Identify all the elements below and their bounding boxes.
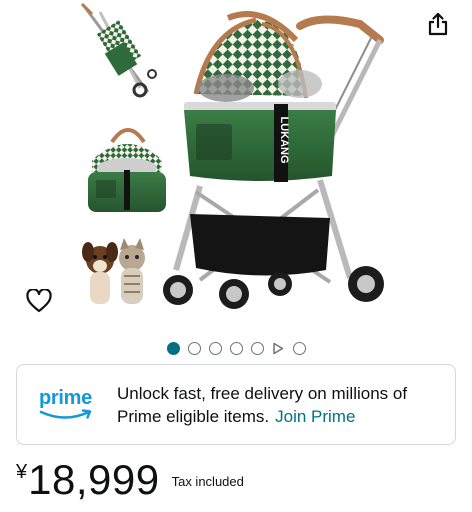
carousel-dot-2[interactable]	[187, 341, 201, 355]
carousel-dot-4[interactable]	[229, 341, 243, 355]
prime-message: Unlock fast, free delivery on millions o…	[117, 382, 439, 428]
carousel-dot-3[interactable]	[208, 341, 222, 355]
brand-label: LUKANG	[278, 116, 290, 163]
carousel-video-dot[interactable]	[272, 342, 285, 355]
share-icon	[428, 12, 448, 36]
pet-stroller-main-image: LUKANG	[163, 11, 384, 309]
folded-stroller-thumbnail	[80, 2, 157, 98]
prime-logo-text: prime	[39, 386, 92, 409]
prime-upsell-banner[interactable]: prime Unlock fast, free delivery on mill…	[16, 364, 456, 445]
join-prime-link[interactable]: Join Prime	[275, 407, 355, 426]
price-currency-symbol: ¥	[16, 461, 28, 483]
carousel-dot-6[interactable]	[292, 341, 306, 355]
share-button[interactable]	[422, 8, 454, 40]
price-display: ¥ 18,999 Tax included	[16, 456, 244, 506]
price-amount: 18,999	[28, 456, 160, 503]
add-to-wishlist-button[interactable]	[22, 284, 56, 318]
prime-logo: prime	[39, 385, 99, 425]
image-carousel-indicator	[0, 338, 472, 358]
prime-message-text: Unlock fast, free delivery on millions o…	[117, 383, 408, 426]
tax-note: Tax included	[171, 474, 244, 489]
product-image-gallery[interactable]: LUKANG	[0, 0, 472, 330]
heart-icon	[26, 289, 52, 313]
prime-smile-icon	[39, 408, 92, 419]
product-image[interactable]: LUKANG	[0, 0, 472, 330]
pet-carrier-thumbnail	[88, 128, 166, 212]
carousel-dot-1[interactable]	[166, 341, 180, 355]
play-icon	[273, 342, 284, 354]
carousel-dot-5[interactable]	[250, 341, 264, 355]
puppy-and-kitten-photo	[82, 238, 145, 304]
